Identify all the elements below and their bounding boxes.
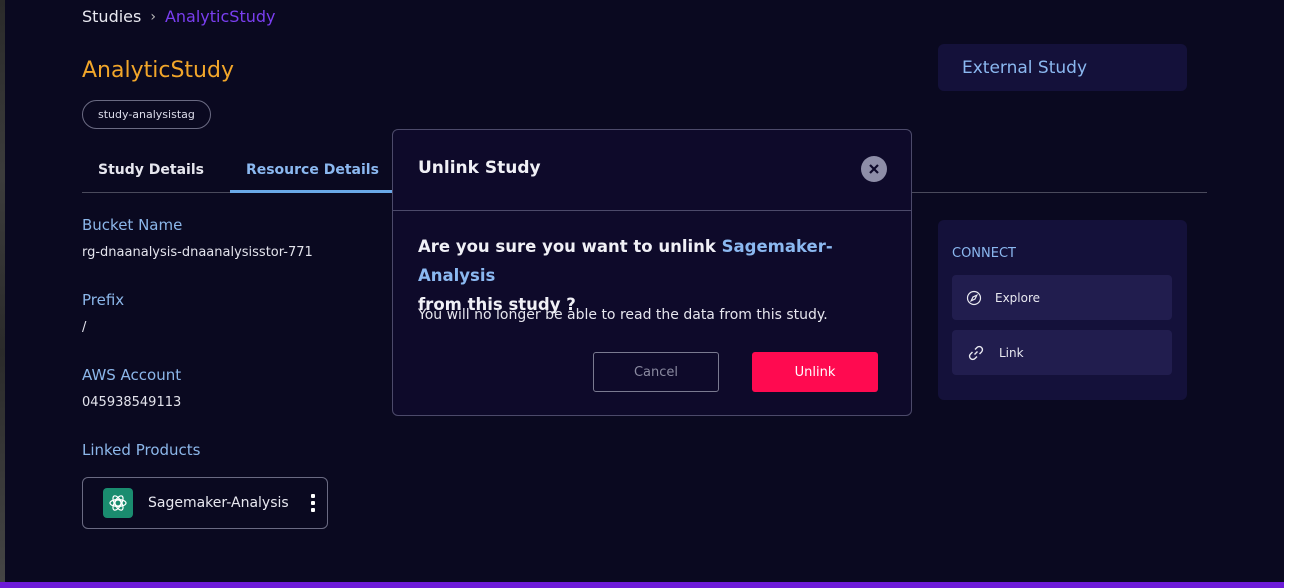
- breadcrumb-separator-icon: ›: [150, 8, 156, 25]
- connect-panel: CONNECT Explore Link: [938, 220, 1187, 400]
- external-study-badge: External Study: [938, 44, 1187, 91]
- linked-product-name: Sagemaker-Analysis: [148, 495, 289, 511]
- brand-bottom-bar: [0, 582, 1284, 588]
- aws-account-value: 045938549113: [82, 395, 182, 410]
- cancel-button[interactable]: Cancel: [593, 352, 719, 392]
- window-edge-left: [0, 0, 5, 588]
- prefix-label: Prefix: [82, 291, 125, 309]
- more-options-icon[interactable]: [310, 494, 315, 512]
- linked-products-label: Linked Products: [82, 441, 201, 459]
- link-label: Link: [999, 345, 1024, 360]
- page-title: AnalyticStudy: [82, 58, 234, 83]
- window-edge-right: [1284, 0, 1299, 588]
- unlink-button[interactable]: Unlink: [752, 352, 878, 392]
- bucket-name-label: Bucket Name: [82, 216, 183, 234]
- dialog-title: Unlink Study: [418, 158, 541, 178]
- explore-label: Explore: [995, 290, 1041, 305]
- connect-title: CONNECT: [952, 246, 1016, 261]
- close-icon[interactable]: [861, 156, 887, 182]
- link-icon: [968, 345, 984, 360]
- unlink-study-dialog: Unlink Study Are you sure you want to un…: [392, 129, 912, 416]
- dialog-question: Are you sure you want to unlink Sagemake…: [418, 232, 888, 319]
- study-tag: study-analysistag: [82, 100, 211, 129]
- linked-product-card[interactable]: Sagemaker-Analysis: [82, 477, 328, 529]
- tab-resource-details[interactable]: Resource Details: [229, 150, 395, 193]
- breadcrumb: Studies › AnalyticStudy: [82, 7, 275, 26]
- compass-icon: [966, 290, 982, 305]
- prefix-value: /: [82, 320, 87, 335]
- bucket-name-value: rg-dnaanalysis-dnaanalysisstor-771: [82, 245, 313, 260]
- link-button[interactable]: Link: [952, 330, 1172, 375]
- explore-button[interactable]: Explore: [952, 275, 1172, 320]
- dialog-warning: You will no longer be able to read the d…: [418, 307, 828, 323]
- breadcrumb-current[interactable]: AnalyticStudy: [165, 7, 276, 26]
- breadcrumb-studies-link[interactable]: Studies: [82, 7, 141, 26]
- openai-knot-icon: [103, 488, 133, 518]
- dialog-header: Unlink Study: [393, 130, 911, 211]
- aws-account-label: AWS Account: [82, 366, 182, 384]
- tab-study-details[interactable]: Study Details: [82, 150, 220, 190]
- question-prefix: Are you sure you want to unlink: [418, 237, 722, 256]
